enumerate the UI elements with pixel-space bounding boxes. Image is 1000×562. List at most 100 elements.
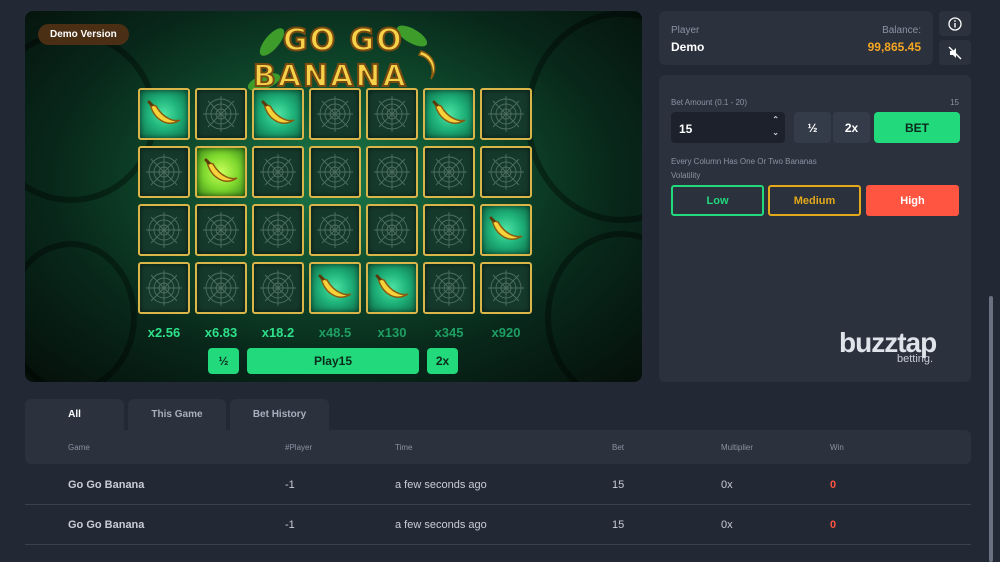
double-amount-button[interactable]: 2x [833, 112, 870, 143]
spider-web-icon [260, 212, 296, 248]
multiplier-label: x130 [377, 325, 407, 340]
sound-button[interactable] [939, 40, 971, 65]
tile-web[interactable] [423, 146, 475, 198]
tile-web[interactable] [138, 146, 190, 198]
bet-amount-input[interactable]: 15 ⌃ ⌄ [671, 112, 785, 143]
tile-banana[interactable] [366, 262, 418, 314]
spider-web-icon [317, 212, 353, 248]
spider-web-icon [488, 270, 524, 306]
multiplier-label: x920 [491, 325, 521, 340]
spider-web-icon [203, 270, 239, 306]
tile-web[interactable] [366, 146, 418, 198]
double-bet-button[interactable]: 2x [427, 348, 458, 374]
tile-web[interactable] [138, 204, 190, 256]
vine-decoration [25, 241, 137, 382]
cell-player: -1 [285, 479, 295, 491]
cell-time: a few seconds ago [395, 519, 487, 531]
tile-banana[interactable] [423, 88, 475, 140]
cell-game: Go Go Banana [68, 479, 145, 491]
column-header-time: Time [395, 443, 413, 452]
spider-web-icon [260, 154, 296, 190]
tile-web[interactable] [366, 204, 418, 256]
mute-icon [948, 46, 962, 59]
tile-web[interactable] [252, 262, 304, 314]
spider-web-icon [431, 270, 467, 306]
tile-web[interactable] [252, 204, 304, 256]
player-name: Demo [671, 40, 705, 54]
game-board: Demo Version GO GO BANANA x2.56 x6.83 x18.… [25, 11, 642, 382]
banana-icon [318, 274, 352, 298]
cell-win: 0 [830, 479, 837, 491]
balance-label: Balance: [882, 25, 921, 36]
cell-player: -1 [285, 519, 295, 531]
tile-banana[interactable] [138, 88, 190, 140]
vine-decoration [525, 11, 642, 223]
increment-icon[interactable]: ⌃ [772, 115, 779, 124]
tile-web[interactable] [423, 262, 475, 314]
spider-web-icon [146, 212, 182, 248]
spider-web-icon [488, 154, 524, 190]
spider-web-icon [146, 154, 182, 190]
play-button[interactable]: Play15 [247, 348, 419, 374]
tile-banana[interactable] [480, 204, 532, 256]
tile-web[interactable] [252, 146, 304, 198]
multiplier-label: x48.5 [318, 325, 352, 340]
game-rule-note: Every Column Has One Or Two Bananas [671, 157, 817, 166]
multiplier-label: x2.56 [147, 325, 181, 340]
spider-web-icon [317, 154, 353, 190]
decrement-icon[interactable]: ⌄ [772, 128, 779, 137]
spider-web-icon [317, 96, 353, 132]
volatility-high-button[interactable]: High [866, 185, 959, 216]
half-amount-button[interactable]: ½ [794, 112, 831, 143]
volatility-label: Volatility [671, 171, 701, 180]
tile-web[interactable] [480, 262, 532, 314]
tile-web[interactable] [480, 146, 532, 198]
tile-web[interactable] [138, 262, 190, 314]
column-header-win: Win [830, 443, 844, 452]
half-bet-button[interactable]: ½ [208, 348, 239, 374]
tile-banana[interactable] [252, 88, 304, 140]
spider-web-icon [374, 154, 410, 190]
tile-web[interactable] [195, 88, 247, 140]
banana-icon [261, 100, 295, 124]
tile-web[interactable] [309, 146, 361, 198]
volatility-low-button[interactable]: Low [671, 185, 764, 216]
demo-version-badge: Demo Version [38, 24, 129, 45]
vine-decoration [545, 231, 642, 382]
bet-button[interactable]: BET [874, 112, 960, 143]
banana-icon [375, 274, 409, 298]
tab-all[interactable]: All [25, 399, 124, 430]
brand-logo: buzztap betting. [839, 327, 959, 367]
banana-icon [204, 158, 238, 182]
tile-web[interactable] [309, 88, 361, 140]
tab-bet-history[interactable]: Bet History [230, 399, 329, 430]
spider-web-icon [260, 270, 296, 306]
player-label: Player [671, 25, 700, 36]
spider-web-icon [203, 96, 239, 132]
tile-web[interactable] [366, 88, 418, 140]
spider-web-icon [488, 96, 524, 132]
table-row: Go Go Banana -1 a few seconds ago 15 0x … [25, 505, 971, 545]
tile-web[interactable] [195, 262, 247, 314]
scrollbar[interactable] [989, 296, 993, 562]
tile-web[interactable] [423, 204, 475, 256]
column-header-bet: Bet [612, 443, 625, 452]
tile-banana[interactable] [309, 262, 361, 314]
tile-banana[interactable] [195, 146, 247, 198]
volatility-medium-button[interactable]: Medium [768, 185, 861, 216]
banana-icon [432, 100, 466, 124]
multiplier-label: x18.2 [261, 325, 295, 340]
tile-web[interactable] [309, 204, 361, 256]
cell-bet: 15 [612, 519, 625, 531]
bet-amount-label: Bet Amount (0.1 - 20) [671, 98, 748, 107]
bet-panel: Bet Amount (0.1 - 20) 15 15 ⌃ ⌄ ½ 2x BET… [659, 75, 971, 382]
logo-line-1: GO GO [282, 22, 404, 59]
info-icon [948, 16, 962, 31]
column-header-game: Game [68, 443, 90, 452]
tab-this-game[interactable]: This Game [128, 399, 226, 430]
tile-web[interactable] [195, 204, 247, 256]
info-button[interactable] [939, 11, 971, 36]
tile-web[interactable] [480, 88, 532, 140]
cell-multiplier: 0x [721, 519, 733, 531]
spider-web-icon [203, 212, 239, 248]
